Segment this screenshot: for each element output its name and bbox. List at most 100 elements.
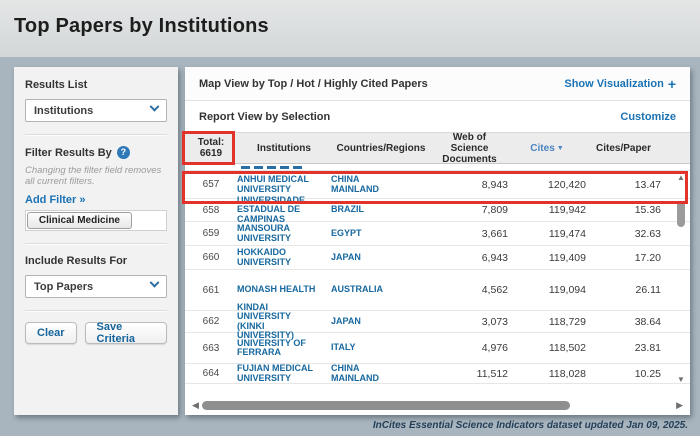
institution-link[interactable]: FUJIAN MEDICAL UNIVERSITY [237,364,331,383]
column-header-cites[interactable]: Cites▼ [508,143,586,154]
results-panel: Map View by Top / Hot / Highly Cited Pap… [185,67,690,415]
cites-cell: 119,474 [508,228,586,240]
dataset-updated-note: InCites Essential Science Indicators dat… [373,420,688,431]
save-criteria-button[interactable]: Save Criteria [85,322,167,344]
table-row: 660 HOKKAIDO UNIVERSITY JAPAN 6,943 119,… [185,246,690,270]
docs-cell: 4,562 [431,284,508,296]
country-cell: AUSTRALIA [331,285,431,295]
docs-cell: 11,512 [431,368,508,380]
country-cell: CHINA MAINLAND [331,364,431,383]
country-cell: CHINA MAINLAND [331,175,431,194]
scroll-up-icon[interactable]: ▲ [677,173,685,182]
table-row: 662 KINDAI UNIVERSITY (KINKI UNIVERSITY)… [185,311,690,333]
cites-cell: 119,409 [508,252,586,264]
country-cell: JAPAN [331,253,431,263]
institution-link[interactable]: MONASH HEALTH [237,285,331,295]
filters-sidebar: Results List Institutions Filter Results… [14,67,178,415]
cites-cell: 120,420 [508,179,586,191]
country-cell: BRAZIL [331,205,431,215]
rank-cell: 657 [185,179,237,190]
column-header-wos-documents[interactable]: Web of Science Documents [431,132,508,165]
help-icon[interactable]: ? [117,146,130,159]
table-row: 659 MANSOURA UNIVERSITY EGYPT 3,661 119,… [185,222,690,246]
cites-per-paper-cell: 23.81 [586,342,661,354]
horizontal-scrollbar[interactable]: ◀ ▶ [185,397,690,413]
clear-button[interactable]: Clear [25,322,77,344]
rank-cell: 664 [185,368,237,379]
table-row: 664 FUJIAN MEDICAL UNIVERSITY CHINA MAIN… [185,364,690,384]
results-list-value: Institutions [34,105,93,117]
results-list-select[interactable]: Institutions [25,99,167,122]
scroll-down-icon[interactable]: ▼ [677,375,685,384]
institution-link[interactable]: MANSOURA UNIVERSITY [237,224,331,243]
column-header-cites-per-paper[interactable]: Cites/Paper [586,143,661,154]
total-value: 6619 [185,148,237,159]
show-visualization-link[interactable]: Show Visualization + [564,78,676,90]
filter-tag-clinical-medicine[interactable]: Clinical Medicine [27,212,132,229]
docs-cell: 6,943 [431,252,508,264]
filter-tag-container: Clinical Medicine [25,210,167,231]
plus-icon: + [668,79,676,89]
report-view-label: Report View by Selection [199,111,330,123]
chevron-down-icon [150,101,160,111]
rank-cell: 658 [185,205,237,216]
include-results-for-select[interactable]: Top Papers [25,275,167,298]
cites-cell: 119,942 [508,204,586,216]
add-filter-link[interactable]: Add Filter » [25,194,167,206]
rank-cell: 661 [185,285,237,296]
institution-link[interactable]: HOKKAIDO UNIVERSITY [237,248,331,267]
cites-per-paper-cell: 17.20 [586,252,661,264]
cites-cell: 118,502 [508,342,586,354]
filter-results-by-label: Filter Results By [25,147,112,159]
results-list-label: Results List [25,79,167,91]
clipped-row-remnant [185,164,690,171]
chevron-down-icon [150,277,160,287]
sidebar-divider [25,310,167,312]
include-results-for-value: Top Papers [34,281,93,293]
filter-note: Changing the filter field removes all cu… [25,165,167,187]
cites-cell: 118,729 [508,316,586,328]
cites-per-paper-cell: 26.11 [586,284,661,296]
table-row: 663 UNIVERSITY OF FERRARA ITALY 4,976 11… [185,333,690,364]
vertical-scrollbar[interactable]: ▲ ▼ [675,165,687,398]
top-band: Top Papers by Institutions [0,0,700,57]
scroll-left-icon[interactable]: ◀ [192,400,199,411]
institution-link[interactable]: KINDAI UNIVERSITY (KINKI UNIVERSITY) [237,303,331,341]
map-view-label: Map View by Top / Hot / Highly Cited Pap… [199,78,428,90]
customize-link[interactable]: Customize [620,111,676,123]
cites-per-paper-cell: 38.64 [586,316,661,328]
institution-link[interactable]: UNIVERSIDADE ESTADUAL DE CAMPINAS [237,196,331,225]
total-count-cell: Total: 6619 [185,137,237,159]
docs-cell: 3,661 [431,228,508,240]
cites-per-paper-cell: 10.25 [586,368,661,380]
docs-cell: 8,943 [431,179,508,191]
rank-cell: 659 [185,228,237,239]
horizontal-scrollbar-thumb[interactable] [202,401,570,410]
scroll-right-icon[interactable]: ▶ [676,400,683,411]
sidebar-divider [25,134,167,136]
cites-per-paper-cell: 32.63 [586,228,661,240]
docs-cell: 3,073 [431,316,508,328]
cites-cell: 118,028 [508,368,586,380]
table-header-row: Total: 6619 Institutions Countries/Regio… [185,132,690,164]
show-visualization-text: Show Visualization [564,78,663,90]
page-title: Top Papers by Institutions [14,15,269,38]
table-body: 657 ANHUI MEDICAL UNIVERSITY CHINA MAINL… [185,164,690,397]
clipped-row-text [241,166,303,169]
rank-cell: 660 [185,252,237,263]
institution-link[interactable]: UNIVERSITY OF FERRARA [237,339,331,358]
cites-cell: 119,094 [508,284,586,296]
docs-cell: 4,976 [431,342,508,354]
docs-cell: 7,809 [431,204,508,216]
country-cell: ITALY [331,343,431,353]
cites-header-text: Cites [530,143,554,154]
column-header-institutions[interactable]: Institutions [237,143,331,154]
total-label: Total: [185,137,237,148]
rank-cell: 662 [185,316,237,327]
vertical-scrollbar-thumb[interactable] [677,201,685,227]
column-header-countries[interactable]: Countries/Regions [331,143,431,154]
cites-per-paper-cell: 15.36 [586,204,661,216]
cites-per-paper-cell: 13.47 [586,179,661,191]
include-results-for-label: Include Results For [25,255,167,267]
institution-link[interactable]: ANHUI MEDICAL UNIVERSITY [237,175,331,194]
